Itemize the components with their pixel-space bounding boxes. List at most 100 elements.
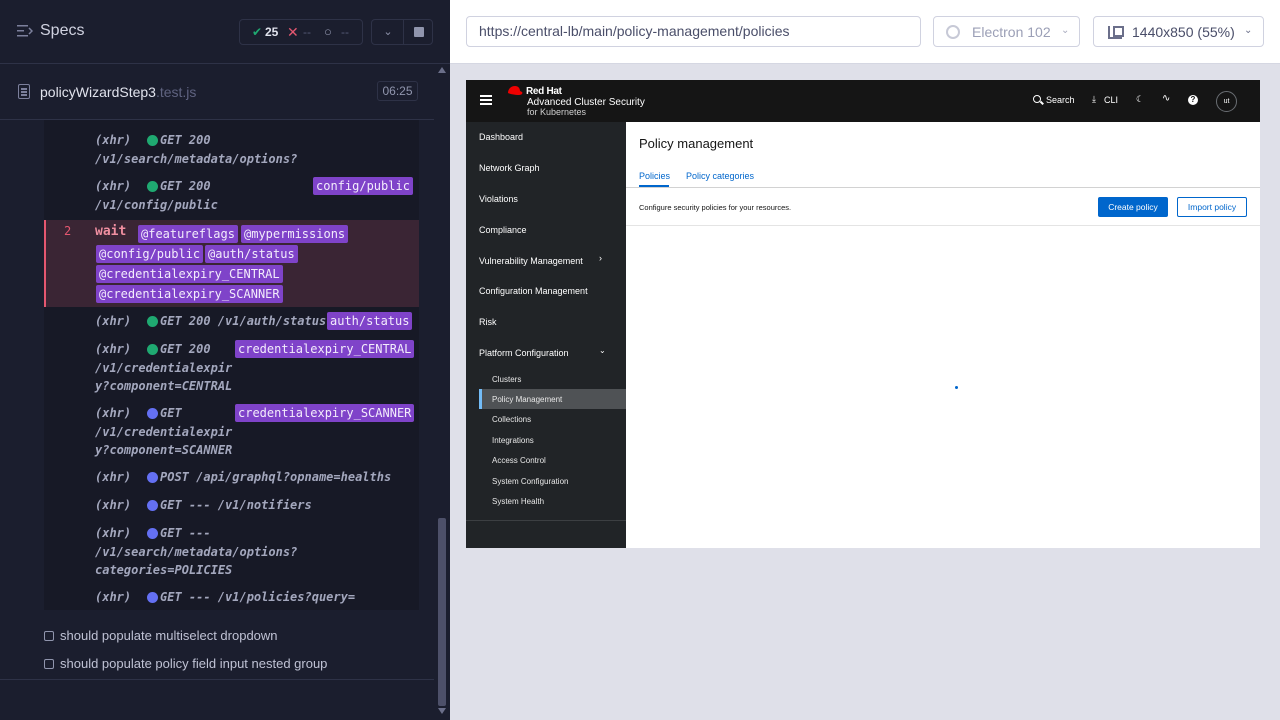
chevron-right-icon: › — [599, 253, 602, 263]
status-dot — [147, 344, 158, 355]
command-text: GET --- — [160, 526, 211, 540]
pending-circle-icon: ○ — [324, 24, 332, 39]
url-bar[interactable]: https://central-lb/main/policy-managemen… — [466, 16, 921, 47]
command-text: /v1/search/metadata/options? — [95, 152, 298, 166]
status-dot — [147, 408, 158, 419]
create-policy-button[interactable]: Create policy — [1098, 197, 1168, 217]
test-title: should populate policy field input neste… — [60, 656, 328, 671]
help-icon[interactable]: ? — [1188, 95, 1198, 105]
page-description: Configure security policies for your res… — [639, 203, 792, 212]
main-content: Policy management Policies Policy catego… — [626, 122, 1260, 548]
hamburger-menu-icon[interactable] — [480, 95, 492, 105]
x-icon: ✕ — [287, 24, 299, 40]
nav-item-configuration-management[interactable]: Configuration Management — [479, 286, 588, 296]
command-text: GET --- /v1/notifiers — [160, 498, 312, 512]
test-stats: ✔ 25 ✕ -- ○ -- — [239, 19, 363, 45]
command-text: y?component=SCANNER — [95, 443, 233, 457]
cypress-runner-panel: Specs ✔ 25 ✕ -- ○ -- ⌄ policyWizardStep3… — [0, 0, 450, 720]
stop-button[interactable] — [414, 27, 424, 37]
status-dot — [147, 135, 158, 146]
masthead: Red Hat Advanced Cluster Security for Ku… — [466, 80, 1260, 122]
nav-item-compliance[interactable]: Compliance — [479, 225, 527, 235]
viewport-label: 1440x850 (55%) — [1132, 24, 1235, 40]
status-dot — [147, 500, 158, 511]
xhr-label: (xhr) — [95, 590, 132, 604]
scrollbar[interactable] — [434, 64, 450, 720]
command-row[interactable]: (xhr) GET 200 /v1/config/public config/p… — [44, 177, 419, 217]
command-row[interactable]: (xhr) GET /v1/credentialexpir y?componen… — [44, 404, 419, 462]
brand-name: Red Hat — [526, 86, 562, 97]
viewport-selector[interactable]: 1440x850 (55%) ⌄ — [1093, 16, 1264, 47]
scrollbar-thumb[interactable] — [438, 518, 446, 706]
product-subtitle: for Kubernetes — [527, 107, 587, 117]
specs-list-icon[interactable] — [17, 24, 33, 38]
divider — [626, 187, 1260, 188]
scroll-up-icon[interactable] — [438, 67, 446, 73]
chevron-down-icon: ⌄ — [599, 346, 606, 355]
nav-sub-integrations[interactable]: Integrations — [492, 436, 534, 445]
activity-icon[interactable]: ∿ — [1162, 93, 1170, 104]
sidebar-nav: Dashboard Network Graph Violations Compl… — [466, 122, 626, 548]
command-row[interactable]: (xhr) POST /api/graphql?opname=healths — [44, 468, 419, 488]
command-row[interactable]: (xhr) GET 200 /v1/search/metadata/option… — [44, 131, 419, 171]
search-icon[interactable] — [1033, 95, 1041, 103]
divider — [466, 520, 626, 521]
command-text: GET 200 — [160, 342, 211, 356]
nav-sub-policy-management[interactable]: Policy Management — [492, 395, 562, 404]
nav-item-vulnerability-management[interactable]: Vulnerability Management — [479, 256, 583, 266]
chevron-down-icon[interactable]: ⌄ — [380, 24, 396, 40]
xhr-label: (xhr) — [95, 498, 132, 512]
tab-policies[interactable]: Policies — [639, 171, 670, 181]
command-row[interactable]: (xhr) GET 200 /v1/auth/status auth/statu… — [44, 312, 419, 332]
xhr-label: (xhr) — [95, 133, 132, 147]
alias-badge: @credentialexpiry_CENTRAL — [96, 265, 283, 283]
xhr-label: (xhr) — [95, 406, 132, 420]
nav-item-platform-configuration[interactable]: Platform Configuration — [479, 348, 569, 358]
scroll-down-icon[interactable] — [438, 708, 446, 714]
import-policy-button[interactable]: Import policy — [1177, 197, 1247, 217]
nav-item-network-graph[interactable]: Network Graph — [479, 163, 540, 173]
tab-policy-categories[interactable]: Policy categories — [686, 171, 754, 181]
spec-file-name[interactable]: policyWizardStep3.test.js — [40, 84, 196, 100]
viewport-scale: (55%) — [1197, 24, 1235, 40]
search-button[interactable]: Search — [1046, 95, 1075, 105]
spec-file-bar: policyWizardStep3.test.js — [0, 65, 434, 120]
specs-title[interactable]: Specs — [40, 22, 84, 40]
alias-badge: auth/status — [327, 312, 413, 330]
wait-command-row[interactable]: 2 wait @featureflags @mypermissions @con… — [44, 220, 419, 307]
nav-sub-access-control[interactable]: Access Control — [492, 456, 546, 465]
electron-icon — [946, 25, 960, 39]
nav-sub-collections[interactable]: Collections — [492, 415, 531, 424]
nav-sub-system-configuration[interactable]: System Configuration — [492, 477, 568, 486]
alias-badge: config/public — [313, 177, 413, 195]
command-row[interactable]: (xhr) GET --- /v1/policies?query= — [44, 588, 419, 608]
browser-selector[interactable]: Electron 102 ⌄ — [933, 16, 1080, 47]
alias-badge: @featureflags — [138, 225, 238, 243]
nav-sub-system-health[interactable]: System Health — [492, 497, 544, 506]
viewport-size: 1440x850 — [1132, 24, 1194, 40]
moon-icon[interactable]: ☾ — [1136, 94, 1144, 105]
command-row[interactable]: (xhr) GET 200 /v1/credentialexpir y?comp… — [44, 340, 419, 398]
loading-spinner — [955, 386, 958, 389]
command-text: GET — [160, 406, 182, 420]
nav-item-dashboard[interactable]: Dashboard — [479, 132, 523, 142]
chevron-down-icon: ⌄ — [1061, 25, 1070, 36]
command-row[interactable]: (xhr) GET --- /v1/search/metadata/option… — [44, 524, 419, 582]
passed-count: 25 — [265, 25, 279, 39]
spec-name: policyWizardStep3 — [40, 84, 156, 100]
document-icon — [18, 84, 30, 99]
user-avatar[interactable]: ut — [1216, 91, 1237, 112]
download-icon[interactable]: ⤓ — [1092, 94, 1096, 105]
nav-sub-clusters[interactable]: Clusters — [492, 375, 521, 384]
test-title: should populate multiselect dropdown — [60, 628, 278, 643]
divider — [403, 20, 404, 44]
nav-item-violations[interactable]: Violations — [479, 194, 518, 204]
status-dot — [147, 528, 158, 539]
status-dot — [147, 316, 158, 327]
divider — [0, 679, 434, 680]
command-row[interactable]: (xhr) GET --- /v1/notifiers — [44, 496, 419, 516]
cli-button[interactable]: CLI — [1104, 95, 1118, 105]
nav-item-risk[interactable]: Risk — [479, 317, 497, 327]
spec-ext: .test.js — [155, 84, 197, 100]
pending-count: -- — [341, 25, 349, 39]
